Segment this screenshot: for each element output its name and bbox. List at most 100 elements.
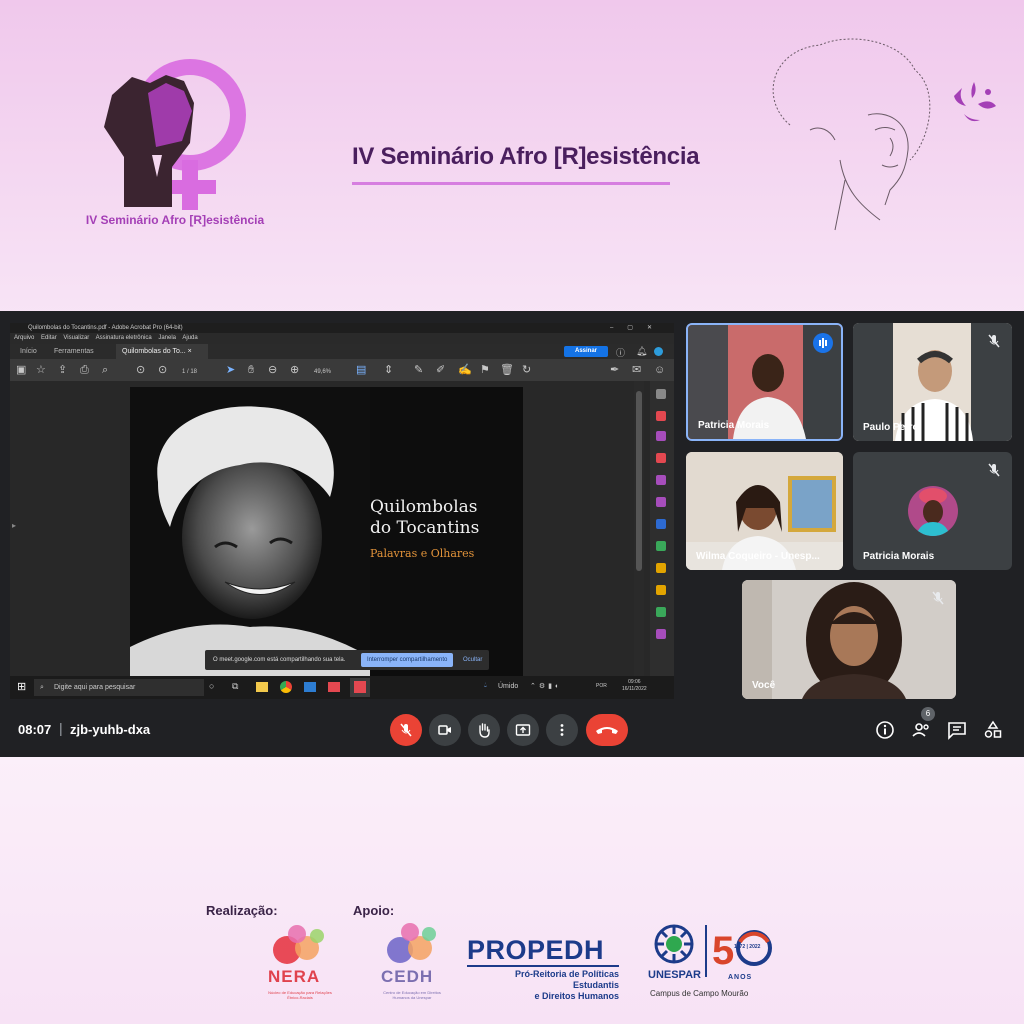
participant-name: Patricia Morais [698, 420, 770, 431]
star-icon[interactable]: ☆ [36, 363, 46, 377]
more-options-button[interactable] [546, 714, 578, 746]
camera-icon [438, 725, 451, 735]
zoom-level[interactable]: 49,6% [314, 365, 331, 379]
line-art-portrait [772, 38, 931, 231]
organize-icon[interactable] [656, 453, 666, 463]
present-screen-button[interactable] [507, 714, 539, 746]
acrobat-window-title: Quilombolas do Tocantins.pdf - Adobe Acr… [28, 325, 183, 331]
more-tools-icon[interactable] [656, 629, 666, 639]
next-page-icon[interactable]: ⊙ [158, 363, 167, 377]
bell-icon[interactable]: 🔔︎ [636, 346, 647, 357]
search-icon[interactable]: ⌕ [102, 363, 108, 377]
tab-inicio[interactable]: Início [14, 344, 43, 359]
pen-icon[interactable]: ✐ [436, 363, 445, 377]
language-indicator[interactable]: POR [596, 683, 607, 689]
hide-button[interactable]: Ocultar [463, 650, 482, 670]
taskbar-clock[interactable]: 09:06 16/11/2022 [622, 679, 647, 693]
mic-toggle-button[interactable] [390, 714, 422, 746]
task-view-icon[interactable]: ⧉ [232, 681, 238, 692]
stamp-icon[interactable]: ⚑ [480, 363, 490, 377]
participant-tile-patricia-morais-avatar[interactable]: Patricia Morais [853, 452, 1012, 570]
fill-sign-icon[interactable] [656, 497, 666, 507]
print-icon[interactable]: ⎙ [80, 363, 89, 377]
scroll-icon[interactable]: ⇕ [384, 363, 393, 377]
anos-label: ANOS [728, 974, 753, 981]
comment-tool-icon[interactable] [656, 563, 666, 573]
participant-tile-wilma-coqueiro[interactable]: Wilma Coqueiro - Unesp... [686, 452, 843, 570]
cursor-icon[interactable]: ➤ [226, 363, 235, 377]
page-view-icon[interactable]: ▤ [356, 363, 366, 377]
chrome-icon[interactable] [280, 681, 292, 693]
export-icon[interactable] [656, 519, 666, 529]
prev-page-icon[interactable]: ⊙ [136, 363, 145, 377]
cover-title-line1: Quilombolas [370, 497, 478, 517]
hang-up-icon [596, 727, 618, 734]
participant-name: Wilma Coqueiro - Unesp... [696, 551, 820, 562]
anniversary-years: 1972 | 2022 [734, 944, 761, 950]
participant-tile-paulo-petro[interactable]: Paulo Petro [853, 323, 1012, 441]
participant-tile-patricia-morais[interactable]: Patricia Morais [686, 323, 843, 441]
cortana-icon[interactable]: ○ [209, 681, 214, 691]
app-icon[interactable] [328, 682, 340, 692]
chat-icon[interactable] [946, 719, 968, 741]
hand-icon[interactable]: ✋︎ [248, 363, 254, 377]
document-viewport: ▸ + Quilombolas do To [10, 381, 674, 676]
stop-sharing-button[interactable]: Interromper compartilhamento [361, 653, 454, 667]
logo-divider [705, 925, 707, 977]
scrollbar-thumb[interactable] [636, 391, 642, 571]
windows-start-icon[interactable]: ⊞ [17, 680, 26, 693]
edit-pdf-icon[interactable] [656, 475, 666, 485]
mail-icon[interactable]: ✉ [632, 363, 641, 377]
scan-icon[interactable] [656, 541, 666, 551]
unespar-wordmark: UNESPAR [648, 969, 701, 981]
user-search-icon[interactable]: ☺ [654, 363, 665, 377]
account-icon[interactable] [654, 347, 663, 356]
highlight-icon[interactable]: ✍ [458, 363, 472, 377]
acrobat-task-icon[interactable] [350, 678, 370, 697]
propedh-subtitle: Pró-Reitoria de Políticas Estudantis e D… [467, 969, 619, 1002]
activities-icon[interactable] [982, 719, 1004, 741]
vertical-scrollbar[interactable] [634, 381, 644, 676]
leave-call-button[interactable] [586, 714, 628, 746]
zoom-out-icon[interactable]: ⊖ [268, 363, 277, 377]
participant-tile-self[interactable]: Você [742, 580, 956, 699]
sign-button[interactable]: Assinar [564, 346, 608, 357]
menu-arquivo[interactable]: Arquivo [14, 335, 34, 341]
upload-icon[interactable]: ⇪ [58, 363, 67, 377]
help-icon[interactable]: ⓘ [616, 346, 625, 359]
print-production-icon[interactable] [656, 607, 666, 617]
raise-hand-button[interactable] [468, 714, 500, 746]
camera-toggle-button[interactable] [429, 714, 461, 746]
zoom-in-icon[interactable]: ⊕ [290, 363, 299, 377]
page-indicator[interactable]: 1 / 18 [182, 365, 197, 379]
comment-icon[interactable]: ✎ [414, 363, 423, 377]
menu-editar[interactable]: Editar [41, 335, 57, 341]
trash-icon[interactable]: 🗑︎ [500, 363, 514, 377]
people-icon[interactable] [910, 719, 932, 741]
mic-off-icon [400, 723, 412, 737]
window-controls-icon[interactable]: –▢✕ [610, 323, 666, 333]
menu-visualizar[interactable]: Visualizar [63, 335, 89, 341]
tab-ferramentas[interactable]: Ferramentas [48, 344, 100, 359]
outlook-icon[interactable] [304, 682, 316, 692]
hand-icon [479, 723, 490, 738]
collapse-left-icon[interactable]: ▸ [12, 521, 16, 530]
combine-icon[interactable] [656, 431, 666, 441]
meeting-info-icon[interactable] [874, 719, 896, 741]
tray-icons[interactable]: ⌃⚙▮◐ [530, 682, 562, 690]
save-icon[interactable]: ▣ [16, 363, 26, 377]
create-pdf-icon[interactable] [656, 411, 666, 421]
present-icon [515, 724, 531, 736]
unespar-emblem-icon [654, 924, 694, 964]
menu-assinatura[interactable]: Assinatura eletrônica [96, 335, 152, 341]
participant-name: Paulo Petro [863, 422, 919, 433]
file-explorer-icon[interactable] [256, 682, 268, 692]
taskbar-search[interactable]: ⌕ Digite aqui para pesquisar [34, 679, 204, 696]
sign-tool-icon[interactable]: ✒ [610, 363, 619, 377]
menu-janela[interactable]: Janela [158, 335, 176, 341]
menu-ajuda[interactable]: Ajuda [182, 335, 197, 341]
rotate-icon[interactable]: ↻ [522, 363, 531, 377]
tab-document[interactable]: Quilombolas do To... × [116, 344, 208, 359]
protect-icon[interactable] [656, 585, 666, 595]
zoom-tool-icon[interactable] [656, 389, 666, 399]
